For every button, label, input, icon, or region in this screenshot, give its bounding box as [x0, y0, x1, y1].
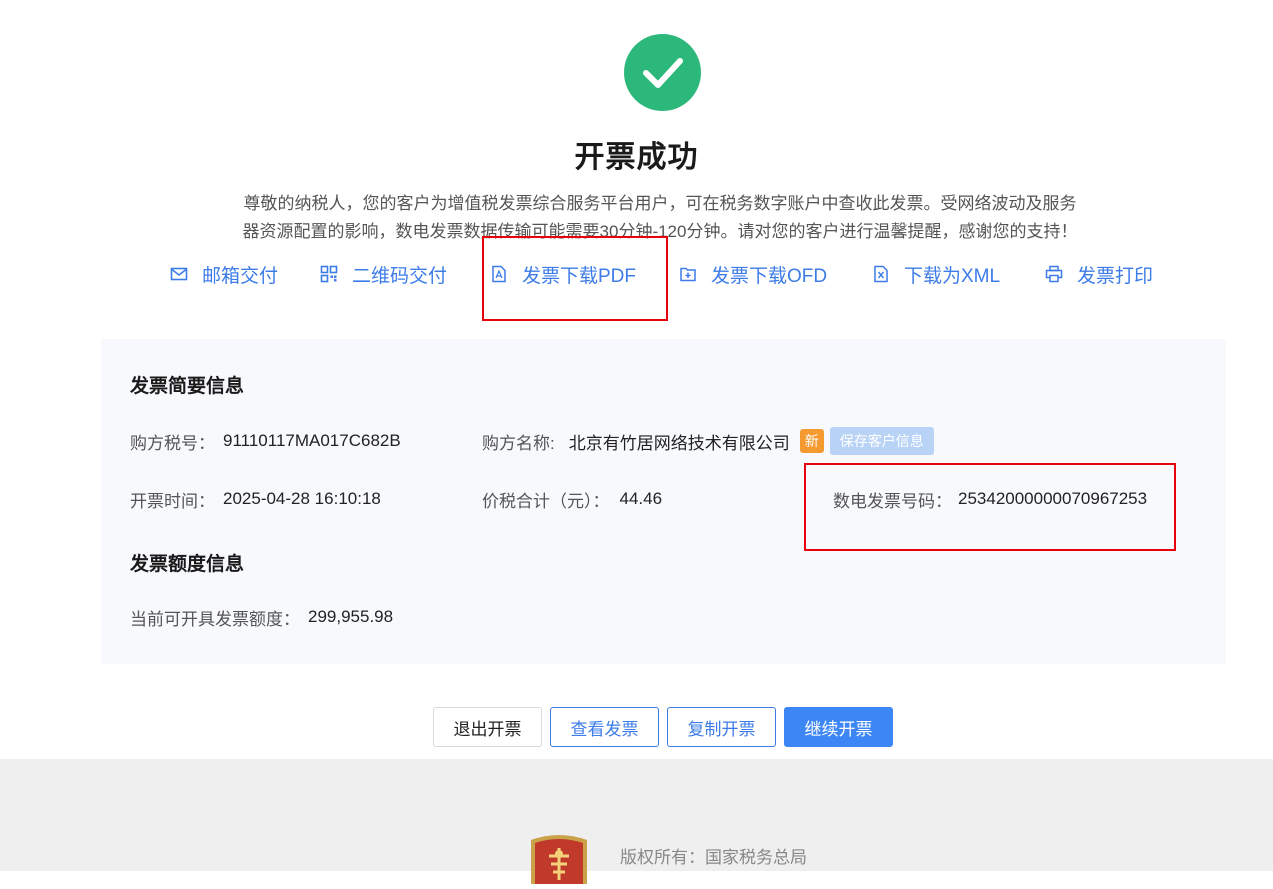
xml-icon	[872, 265, 890, 283]
buyer-tax-id-field: 购方税号： 91110117MA017C682B	[130, 427, 401, 455]
total-amount-field: 价税合计（元）： 44.46	[482, 485, 662, 513]
success-check-icon	[624, 34, 701, 111]
buyer-name-label: 购方名称:	[482, 433, 555, 453]
tax-bureau-emblem-icon	[529, 834, 589, 884]
print-invoice-label: 发票打印	[1077, 265, 1154, 287]
buyer-name-value: 北京有竹居网络技术有限公司	[568, 433, 790, 453]
download-ofd-label: 发票下载OFD	[711, 265, 828, 287]
qrcode-icon	[320, 265, 338, 283]
available-quota-field: 当前可开具发票额度： 299,955.98	[130, 603, 393, 631]
download-ofd-link[interactable]: 发票下载OFD	[679, 258, 827, 290]
summary-title: 发票简要信息	[130, 376, 245, 397]
download-xml-label: 下载为XML	[904, 265, 1001, 287]
save-customer-button[interactable]: 保存客户信息	[829, 427, 934, 455]
issue-time-label: 开票时间：	[130, 491, 215, 511]
quota-title: 发票额度信息	[130, 554, 245, 575]
view-invoice-button[interactable]: 查看发票	[550, 707, 659, 747]
highlight-box-pdf	[482, 236, 668, 321]
available-quota-label: 当前可开具发票额度：	[130, 609, 300, 629]
total-amount-label: 价税合计（元）：	[482, 491, 610, 511]
qrcode-delivery-label: 二维码交付	[352, 265, 448, 287]
highlight-box-invoice-number	[804, 463, 1176, 551]
total-amount-value: 44.46	[619, 489, 663, 508]
download-xml-link[interactable]: 下载为XML	[872, 258, 1000, 290]
mail-icon	[170, 265, 188, 283]
notice-line-1: 尊敬的纳税人，您的客户为增值税发票综合服务平台用户，可在税务数字账户中查收此发票…	[243, 194, 1077, 213]
buyer-tax-id-value: 91110117MA017C682B	[223, 431, 401, 450]
email-delivery-label: 邮箱交付	[202, 265, 279, 287]
buyer-tax-id-label: 购方税号：	[130, 433, 215, 453]
issue-time-field: 开票时间： 2025-04-28 16:10:18	[130, 485, 381, 513]
printer-icon	[1045, 265, 1063, 283]
new-customer-badge: 新	[799, 429, 824, 453]
print-invoice-link[interactable]: 发票打印	[1045, 258, 1153, 290]
ofd-icon	[679, 265, 697, 283]
page-title: 开票成功	[574, 141, 699, 174]
page-footer: 版权所有：国家税务总局	[0, 759, 1273, 884]
buyer-name-field: 购方名称: 北京有竹居网络技术有限公司 新 保存客户信息	[482, 426, 934, 456]
copyright-text: 版权所有：国家税务总局	[620, 848, 807, 867]
copy-invoice-button[interactable]: 复制开票	[667, 707, 776, 747]
available-quota-value: 299,955.98	[308, 607, 394, 626]
continue-invoicing-button[interactable]: 继续开票	[784, 707, 893, 747]
issue-time-value: 2025-04-28 16:10:18	[223, 489, 381, 508]
exit-invoicing-button[interactable]: 退出开票	[433, 707, 542, 747]
email-delivery-link[interactable]: 邮箱交付	[170, 258, 278, 290]
qrcode-delivery-link[interactable]: 二维码交付	[320, 258, 447, 290]
